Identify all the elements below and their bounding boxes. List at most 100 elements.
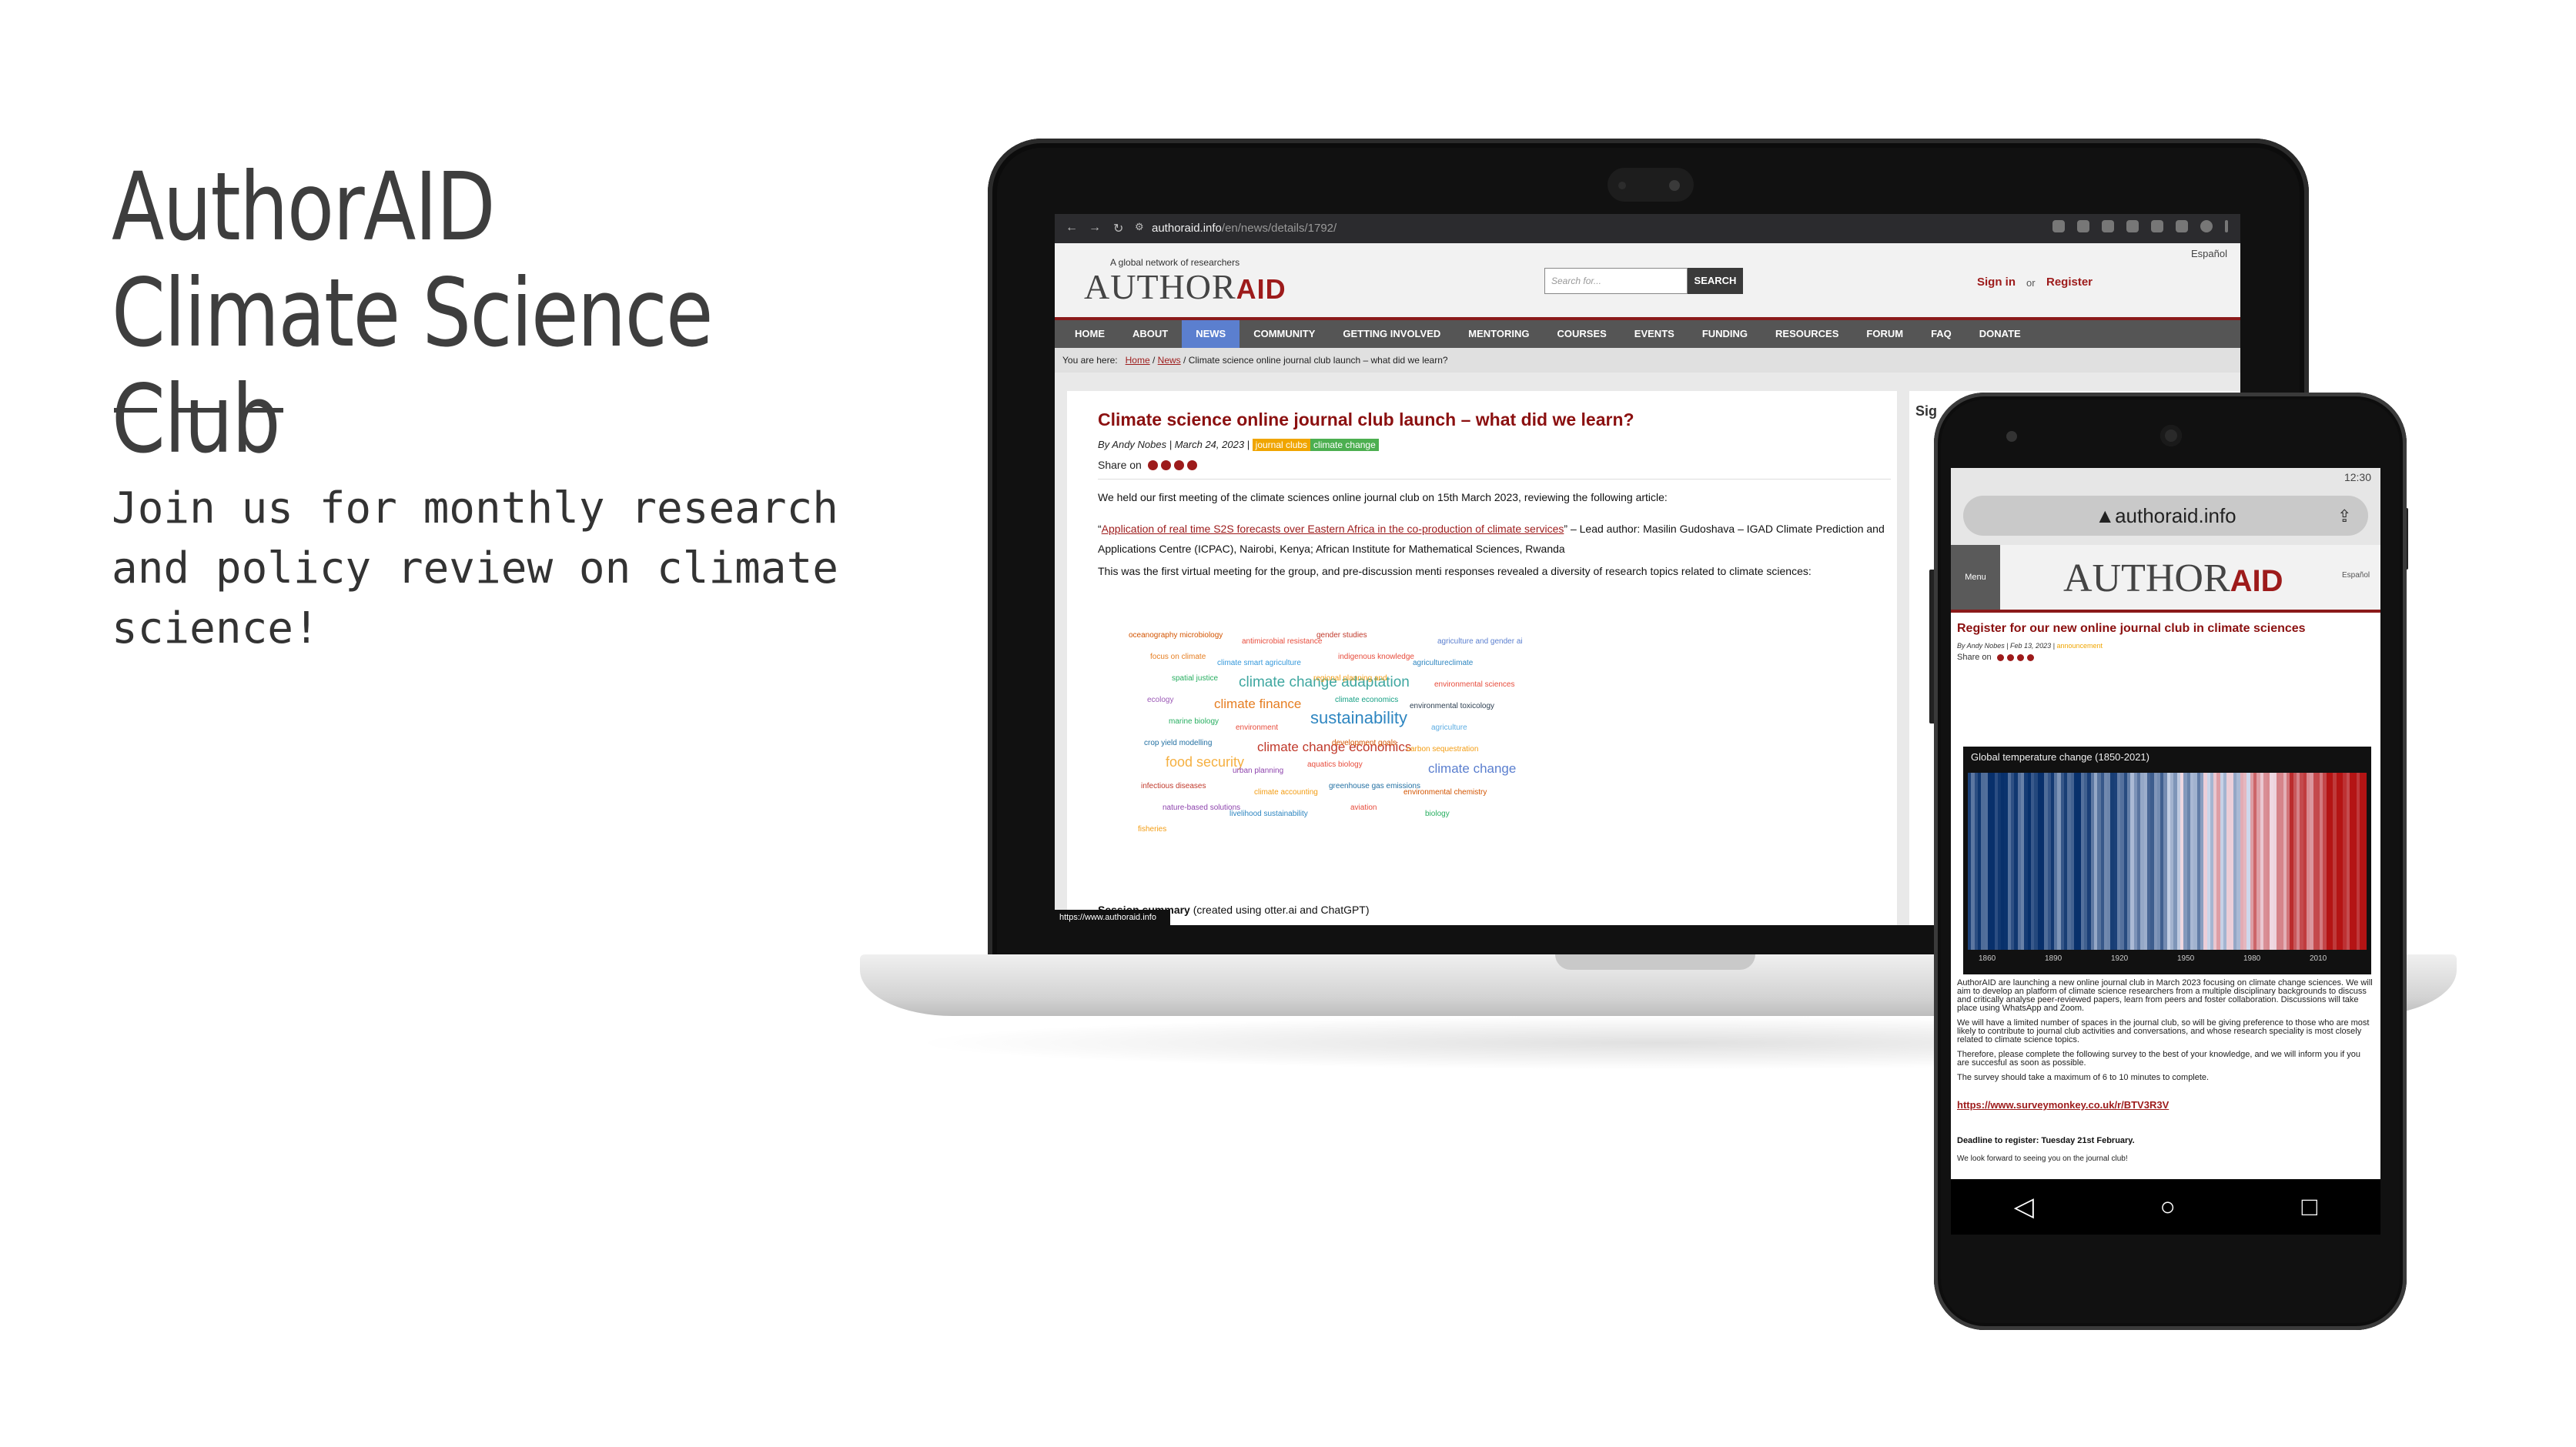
nav-item-about[interactable]: ABOUT [1119,320,1182,348]
telegram-icon[interactable] [1186,460,1197,470]
register-link[interactable]: Register [2046,276,2093,289]
nav-item-forum[interactable]: FORUM [1852,320,1917,348]
article-byline: By Andy Nobes | March 24, 2023 | [1098,439,1250,450]
breadcrumb-news[interactable]: News [1158,355,1181,366]
phone-language-link[interactable]: Español [2342,571,2370,580]
word-cloud-term: agriculture and gender ai [1437,637,1523,646]
closing-text: We look forward to seeing you on the jou… [1957,1155,2128,1163]
twitter-icon[interactable] [1160,460,1171,470]
nav-item-events[interactable]: EVENTS [1621,320,1688,348]
nav-item-faq[interactable]: FAQ [1917,320,1965,348]
recent-apps-icon[interactable]: □ [2302,1194,2318,1220]
logo-text-bold: AID [1236,273,1286,305]
site-logo[interactable]: AUTHORAID [1084,266,1286,307]
word-cloud-term: aviation [1350,804,1377,812]
breadcrumb-current: Climate science online journal club laun… [1188,355,1448,366]
phone-article-body: AuthorAID are launching a new online jou… [1957,979,2374,1088]
facebook-icon[interactable] [1996,654,2004,661]
phone-share-row: Share on [1957,653,2034,662]
nav-item-donate[interactable]: DONATE [1965,320,2035,348]
language-link[interactable]: Español [2191,248,2227,259]
site-info-icon[interactable]: ⚙ [1135,221,1144,233]
year-tick-label: 1890 [2045,954,2062,963]
nav-item-news[interactable]: NEWS [1182,320,1240,348]
menu-button[interactable]: Menu [1951,545,2000,610]
home-icon[interactable]: ○ [2160,1194,2176,1220]
phone-browser-bar: ▲authoraid.info ⇪ [1951,486,2380,545]
bookmark-star-icon[interactable] [2052,220,2065,232]
search-button[interactable]: SEARCH [1688,268,1743,294]
share-icon[interactable]: ⇪ [2337,506,2351,526]
slide-subtitle: Join us for monthly research and policy … [112,483,839,653]
sidepanel-icon[interactable] [2176,220,2188,232]
year-tick-label: 1950 [2177,954,2195,963]
url-host: authoraid.info [1152,222,1222,235]
article-title: Climate science online journal club laun… [1098,409,1634,429]
nav-item-community[interactable]: COMMUNITY [1239,320,1329,348]
twitter-icon[interactable] [2006,654,2014,661]
facebook-icon[interactable] [1147,460,1158,470]
word-cloud-term: spatial justice [1172,674,1218,683]
phone-screen: 12:30 ▲authoraid.info ⇪ Menu AUTHORAID E… [1951,468,2380,1179]
sign-in-link[interactable]: Sign in [1977,276,2016,289]
link-status-tooltip: https://www.authoraid.info [1055,910,1170,925]
year-tick-label: 1920 [2111,954,2129,963]
year-tick-label: 2010 [2310,954,2327,963]
breadcrumb-home[interactable]: Home [1126,355,1150,366]
word-cloud-term: agricultureclimate [1413,659,1474,667]
extension-icon[interactable] [2126,220,2139,232]
nav-item-mentoring[interactable]: MENTORING [1454,320,1543,348]
forward-icon[interactable]: → [1089,221,1101,235]
phone-address-bar[interactable]: ▲authoraid.info [1963,496,2368,536]
year-tick-label: 1980 [2243,954,2261,963]
share-label: Share on [1098,459,1142,471]
more-menu-icon[interactable] [2225,220,2228,232]
word-cloud-term: climate finance [1214,697,1301,711]
year-tick-label: 1860 [1979,954,1996,963]
back-icon[interactable]: ◁ [2014,1194,2034,1220]
phone-tag[interactable]: announcement [2056,642,2103,650]
article-card: Climate science online journal club laun… [1067,391,1897,925]
whatsapp-icon[interactable] [2016,654,2024,661]
tag-journal-clubs[interactable]: journal clubs [1252,439,1311,451]
laptop-sensor-icon [1618,182,1626,189]
nav-item-getting-involved[interactable]: GETTING INVOLVED [1329,320,1454,348]
nav-item-home[interactable]: HOME [1061,320,1119,348]
phone-site-logo[interactable]: AUTHORAID [2063,556,2283,601]
extension-icon[interactable] [2077,220,2089,232]
phone-paragraph: AuthorAID are launching a new online jou… [1957,978,2373,1013]
nav-item-resources[interactable]: RESOURCES [1761,320,1852,348]
phone-paragraph: We will have a limited number of spaces … [1957,1018,2370,1044]
or-text: or [2026,277,2036,289]
back-icon[interactable]: ← [1066,221,1078,235]
paper-link[interactable]: Application of real time S2S forecasts o… [1102,523,1564,535]
word-cloud-term: development goals [1332,739,1397,747]
word-cloud-term: environment [1236,724,1278,732]
session-summary-note: (created using otter.ai and ChatGPT) [1189,904,1370,916]
tag-climate-change[interactable]: climate change [1310,439,1379,451]
profile-avatar-icon[interactable] [2200,220,2213,232]
download-icon[interactable] [2151,220,2163,232]
telegram-icon[interactable] [2026,654,2034,661]
phone-article-meta: By Andy Nobes | Feb 13, 2023 | announcem… [1957,642,2103,650]
search-input[interactable]: Search for... [1544,268,1688,294]
title-dashes [114,408,283,413]
word-cloud-term: ecology [1147,696,1173,704]
logo-text-bold: AID [2230,564,2283,598]
word-cloud-image: oceanography microbiology antimicrobial r… [1129,631,1523,834]
word-cloud-term: sustainability [1310,708,1407,727]
extension-icon[interactable] [2102,220,2114,232]
nav-item-courses[interactable]: COURSES [1544,320,1621,348]
word-cloud-term: environmental chemistry [1403,788,1487,797]
word-cloud-term: infectious diseases [1141,782,1206,790]
whatsapp-icon[interactable] [1173,460,1184,470]
nav-item-funding[interactable]: FUNDING [1688,320,1761,348]
word-cloud-term: aquatics biology [1307,760,1363,769]
survey-link[interactable]: https://www.surveymonkey.co.uk/r/BTV3R3V [1957,1099,2169,1111]
address-bar[interactable]: authoraid.info/en/news/details/1792/ [1152,222,1337,235]
word-cloud-term: focus on climate [1150,653,1206,661]
reload-icon[interactable]: ↻ [1113,221,1123,236]
word-cloud-term: climate change [1428,761,1516,776]
deadline-text: Deadline to register: Tuesday 21st Febru… [1957,1136,2135,1145]
browser-toolbar: ← → ↻ ⚙ authoraid.info/en/news/details/1… [1055,214,2240,243]
